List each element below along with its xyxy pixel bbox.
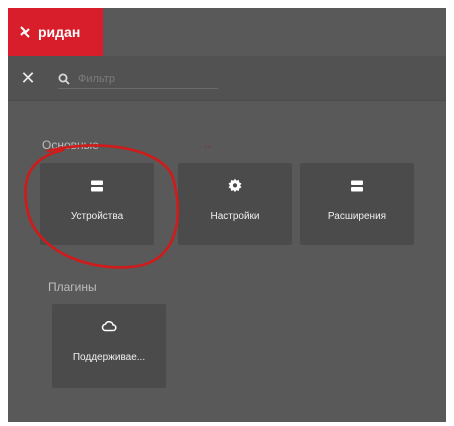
extensions-icon xyxy=(351,180,363,192)
close-icon: ✕ xyxy=(20,68,36,88)
devices-icon xyxy=(91,180,103,192)
tile-supported[interactable]: Поддерживае... xyxy=(52,304,166,388)
search-bar xyxy=(58,70,218,89)
search-icon xyxy=(58,73,70,85)
close-button[interactable]: ✕ xyxy=(18,68,38,88)
brand-name: ридан xyxy=(38,24,81,40)
gear-icon xyxy=(228,179,242,193)
search-input[interactable] xyxy=(76,72,200,86)
tile-extensions[interactable]: Расширения xyxy=(300,163,414,245)
tile-devices[interactable]: Устройства xyxy=(40,163,154,245)
tile-label: Настройки xyxy=(210,211,260,222)
faint-background-mark: ▪▪ xyxy=(204,142,212,153)
section-title-plugins: Плагины xyxy=(48,280,97,294)
tile-label: Устройства xyxy=(70,211,124,222)
brand-logo[interactable]: ридан xyxy=(8,8,103,56)
logo-icon xyxy=(20,26,30,38)
tile-label: Расширения xyxy=(327,211,387,222)
tile-label: Поддерживае... xyxy=(72,352,146,363)
app-window: ридан ✕ Основные ▪▪ Устройства Настройки xyxy=(8,8,446,422)
tile-settings[interactable]: Настройки xyxy=(178,163,292,245)
cloud-icon xyxy=(101,321,117,332)
section-title-main: Основные xyxy=(42,138,99,152)
toolbar: ✕ xyxy=(8,56,446,101)
